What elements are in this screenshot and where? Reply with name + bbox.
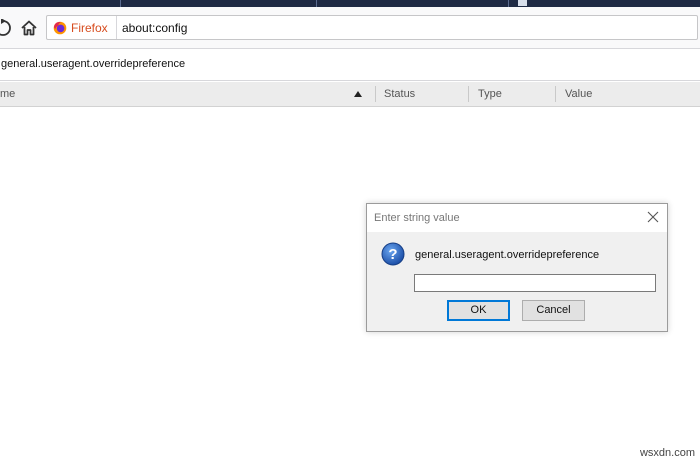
cancel-button[interactable]: Cancel	[522, 300, 585, 321]
string-value-input[interactable]	[414, 274, 656, 292]
ok-button[interactable]: OK	[447, 300, 510, 321]
column-value[interactable]: Value	[565, 82, 592, 106]
column-name[interactable]: me	[0, 82, 15, 106]
tab-strip	[0, 0, 700, 7]
home-icon[interactable]	[18, 17, 40, 39]
firefox-logo-icon	[53, 21, 67, 34]
svg-text:?: ?	[388, 246, 397, 263]
enter-string-dialog: Enter string value ? general.useragent.o…	[366, 203, 668, 332]
dialog-title: Enter string value	[374, 212, 460, 224]
column-status[interactable]: Status	[384, 82, 415, 106]
question-icon: ?	[381, 242, 405, 266]
url-text[interactable]: about:config	[122, 21, 187, 35]
column-separator[interactable]	[555, 86, 556, 102]
identity-box[interactable]: Firefox	[53, 16, 117, 39]
column-type[interactable]: Type	[478, 82, 502, 106]
dialog-titlebar[interactable]: Enter string value	[367, 204, 667, 232]
url-bar[interactable]: Firefox about:config	[46, 15, 698, 40]
tab-separator	[120, 0, 121, 7]
config-search-input[interactable]	[0, 56, 401, 72]
sort-ascending-icon[interactable]	[354, 91, 362, 97]
watermark: wsxdn.com	[639, 447, 695, 459]
tab-separator	[508, 0, 509, 7]
preferences-column-header: me Status Type Value	[0, 82, 700, 107]
navigation-toolbar: Firefox about:config	[0, 7, 700, 49]
column-separator[interactable]	[375, 86, 376, 102]
identity-label: Firefox	[71, 20, 108, 35]
reload-icon[interactable]	[0, 19, 16, 37]
dialog-message: general.useragent.overridepreference	[415, 249, 600, 261]
close-icon[interactable]	[645, 209, 661, 225]
tab-favicon-icon[interactable]	[518, 0, 527, 6]
tab-separator	[316, 0, 317, 7]
config-search-row	[0, 49, 700, 81]
column-separator[interactable]	[468, 86, 469, 102]
